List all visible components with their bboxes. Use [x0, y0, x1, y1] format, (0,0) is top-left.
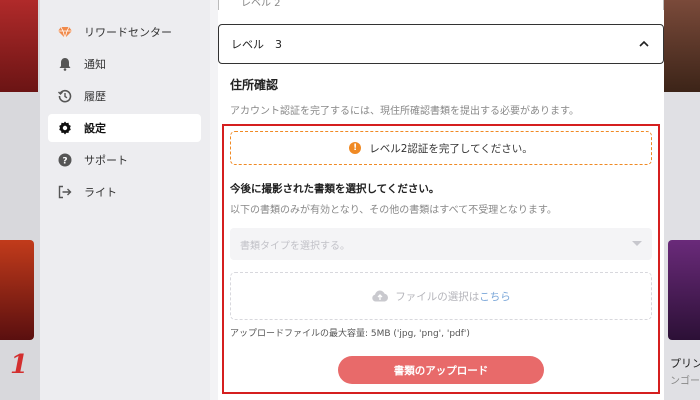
svg-text:?: ? [62, 157, 67, 167]
sidebar-item-light[interactable]: ライト [48, 178, 201, 206]
background-game-subtitle: ンゴー [670, 376, 700, 387]
background-game-tile [0, 240, 34, 340]
diamond-icon [58, 25, 72, 39]
warning-icon: ! [349, 142, 362, 154]
document-choose-description: 以下の書類のみが有効となり、その他の書類はすべて不受理となります。 [230, 205, 557, 216]
sidebar-item-settings[interactable]: 設定 [48, 114, 201, 142]
sidebar-item-label: 設定 [84, 122, 106, 135]
logout-icon [58, 185, 72, 199]
background-rank-number: 1 [10, 350, 29, 380]
background-game-tile [0, 0, 38, 92]
caret-down-icon [632, 241, 642, 246]
level-3-select[interactable]: レベル 3 [218, 24, 664, 64]
history-icon [58, 89, 72, 103]
sidebar-item-history[interactable]: 履歴 [48, 82, 201, 110]
background-game-title: プリン [670, 357, 700, 370]
warning-banner: ! レベル2認証を完了してください。 [230, 131, 652, 165]
background-game-tile [664, 0, 700, 92]
file-select-link[interactable]: こちら [479, 289, 511, 304]
bell-icon [58, 57, 72, 71]
file-drop-zone[interactable]: ファイルの選択は こちら [230, 272, 652, 320]
sidebar-item-label: 履歴 [84, 90, 106, 103]
sidebar-item-notifications[interactable]: 通知 [48, 50, 201, 78]
gear-icon [58, 121, 72, 135]
level-3-label: レベル 3 [231, 38, 282, 51]
document-type-placeholder: 書類タイプを選択する。 [240, 240, 350, 252]
level-2-label: レベル 2 [241, 0, 281, 9]
max-file-size-note: アップロードファイルの最大容量: 5MB ('jpg, 'png', 'pdf'… [230, 329, 470, 339]
sidebar-item-label: 通知 [84, 58, 106, 71]
upload-documents-button[interactable]: 書類のアップロード [338, 356, 544, 384]
sidebar-item-label: サポート [84, 154, 128, 167]
file-select-text: ファイルの選択は [395, 290, 480, 303]
sidebar-item-label: ライト [84, 186, 117, 199]
sidebar-item-label: リワードセンター [84, 26, 172, 39]
help-icon: ? [58, 153, 72, 167]
section-description: アカウント認証を完了するには、現住所確認書類を提出する必要があります。 [230, 106, 579, 117]
section-title: 住所確認 [230, 78, 279, 92]
sidebar: リワードセンター 通知 履歴 設定 ? サポート ライト [40, 0, 210, 400]
cloud-upload-icon [372, 290, 389, 302]
settings-main: レベル 2 レベル 3 住所確認 アカウント認証を完了するには、現住所確認書類を… [210, 0, 664, 400]
document-type-select[interactable]: 書類タイプを選択する。 [230, 228, 652, 260]
background-game-tile [668, 240, 700, 340]
level-2-select-cutoff[interactable]: レベル 2 [218, 0, 664, 10]
chevron-up-icon [639, 40, 649, 47]
sidebar-item-support[interactable]: ? サポート [48, 146, 201, 174]
warning-text: レベル2認証を完了してください。 [369, 142, 533, 155]
sidebar-item-rewards[interactable]: リワードセンター [48, 18, 201, 46]
document-choose-title: 今後に撮影された書類を選択してください。 [230, 183, 440, 195]
